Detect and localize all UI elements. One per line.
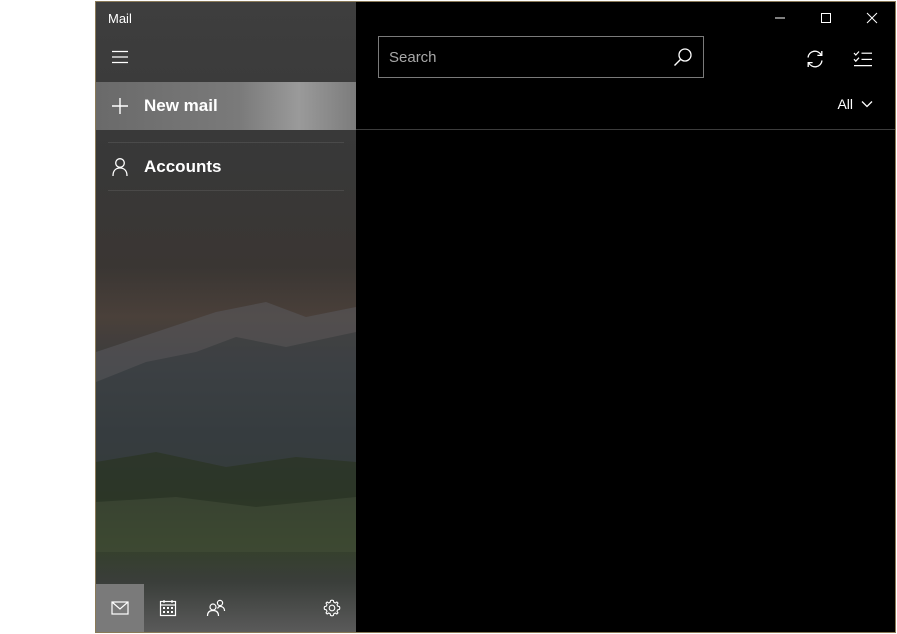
minimize-button[interactable] — [757, 2, 803, 34]
close-button[interactable] — [849, 2, 895, 34]
minimize-icon — [775, 17, 785, 19]
gear-icon — [323, 599, 341, 617]
message-list-pane: All — [356, 2, 895, 632]
calendar-icon — [159, 600, 177, 617]
divider — [108, 142, 344, 143]
app-title: Mail — [108, 11, 132, 26]
chevron-down-icon — [861, 101, 873, 108]
person-icon — [96, 157, 144, 177]
accounts-button[interactable]: Accounts — [96, 144, 356, 190]
search-icon — [674, 48, 692, 66]
calendar-nav-button[interactable] — [144, 584, 192, 632]
divider — [108, 190, 344, 191]
selection-mode-button[interactable] — [844, 42, 882, 76]
hamburger-button[interactable] — [104, 42, 136, 72]
accounts-label: Accounts — [144, 157, 222, 176]
sync-button[interactable] — [796, 42, 834, 76]
mail-window: Mail New mail Accounts Search All — [95, 1, 896, 633]
new-mail-button[interactable]: New mail — [96, 82, 356, 130]
background-landscape — [96, 302, 356, 552]
search-box[interactable] — [378, 36, 704, 78]
window-controls — [757, 2, 895, 34]
settings-button[interactable] — [308, 584, 356, 632]
maximize-icon — [821, 13, 831, 23]
filter-dropdown[interactable]: All — [837, 96, 873, 112]
mail-icon — [111, 601, 129, 615]
hamburger-icon — [112, 50, 128, 64]
people-nav-button[interactable] — [192, 584, 240, 632]
search-button[interactable] — [663, 47, 703, 67]
new-mail-label: New mail — [144, 96, 218, 115]
mail-nav-button[interactable] — [96, 584, 144, 632]
sync-icon — [807, 50, 823, 68]
filter-label: All — [837, 96, 853, 112]
close-icon — [866, 12, 878, 24]
app-switcher-bar — [96, 584, 356, 632]
maximize-button[interactable] — [803, 2, 849, 34]
sidebar: Mail New mail Accounts — [96, 2, 356, 632]
search-input[interactable] — [379, 47, 663, 67]
select-mode-icon — [853, 51, 872, 67]
plus-icon — [96, 97, 144, 115]
people-icon — [206, 599, 226, 617]
message-list — [356, 130, 895, 632]
